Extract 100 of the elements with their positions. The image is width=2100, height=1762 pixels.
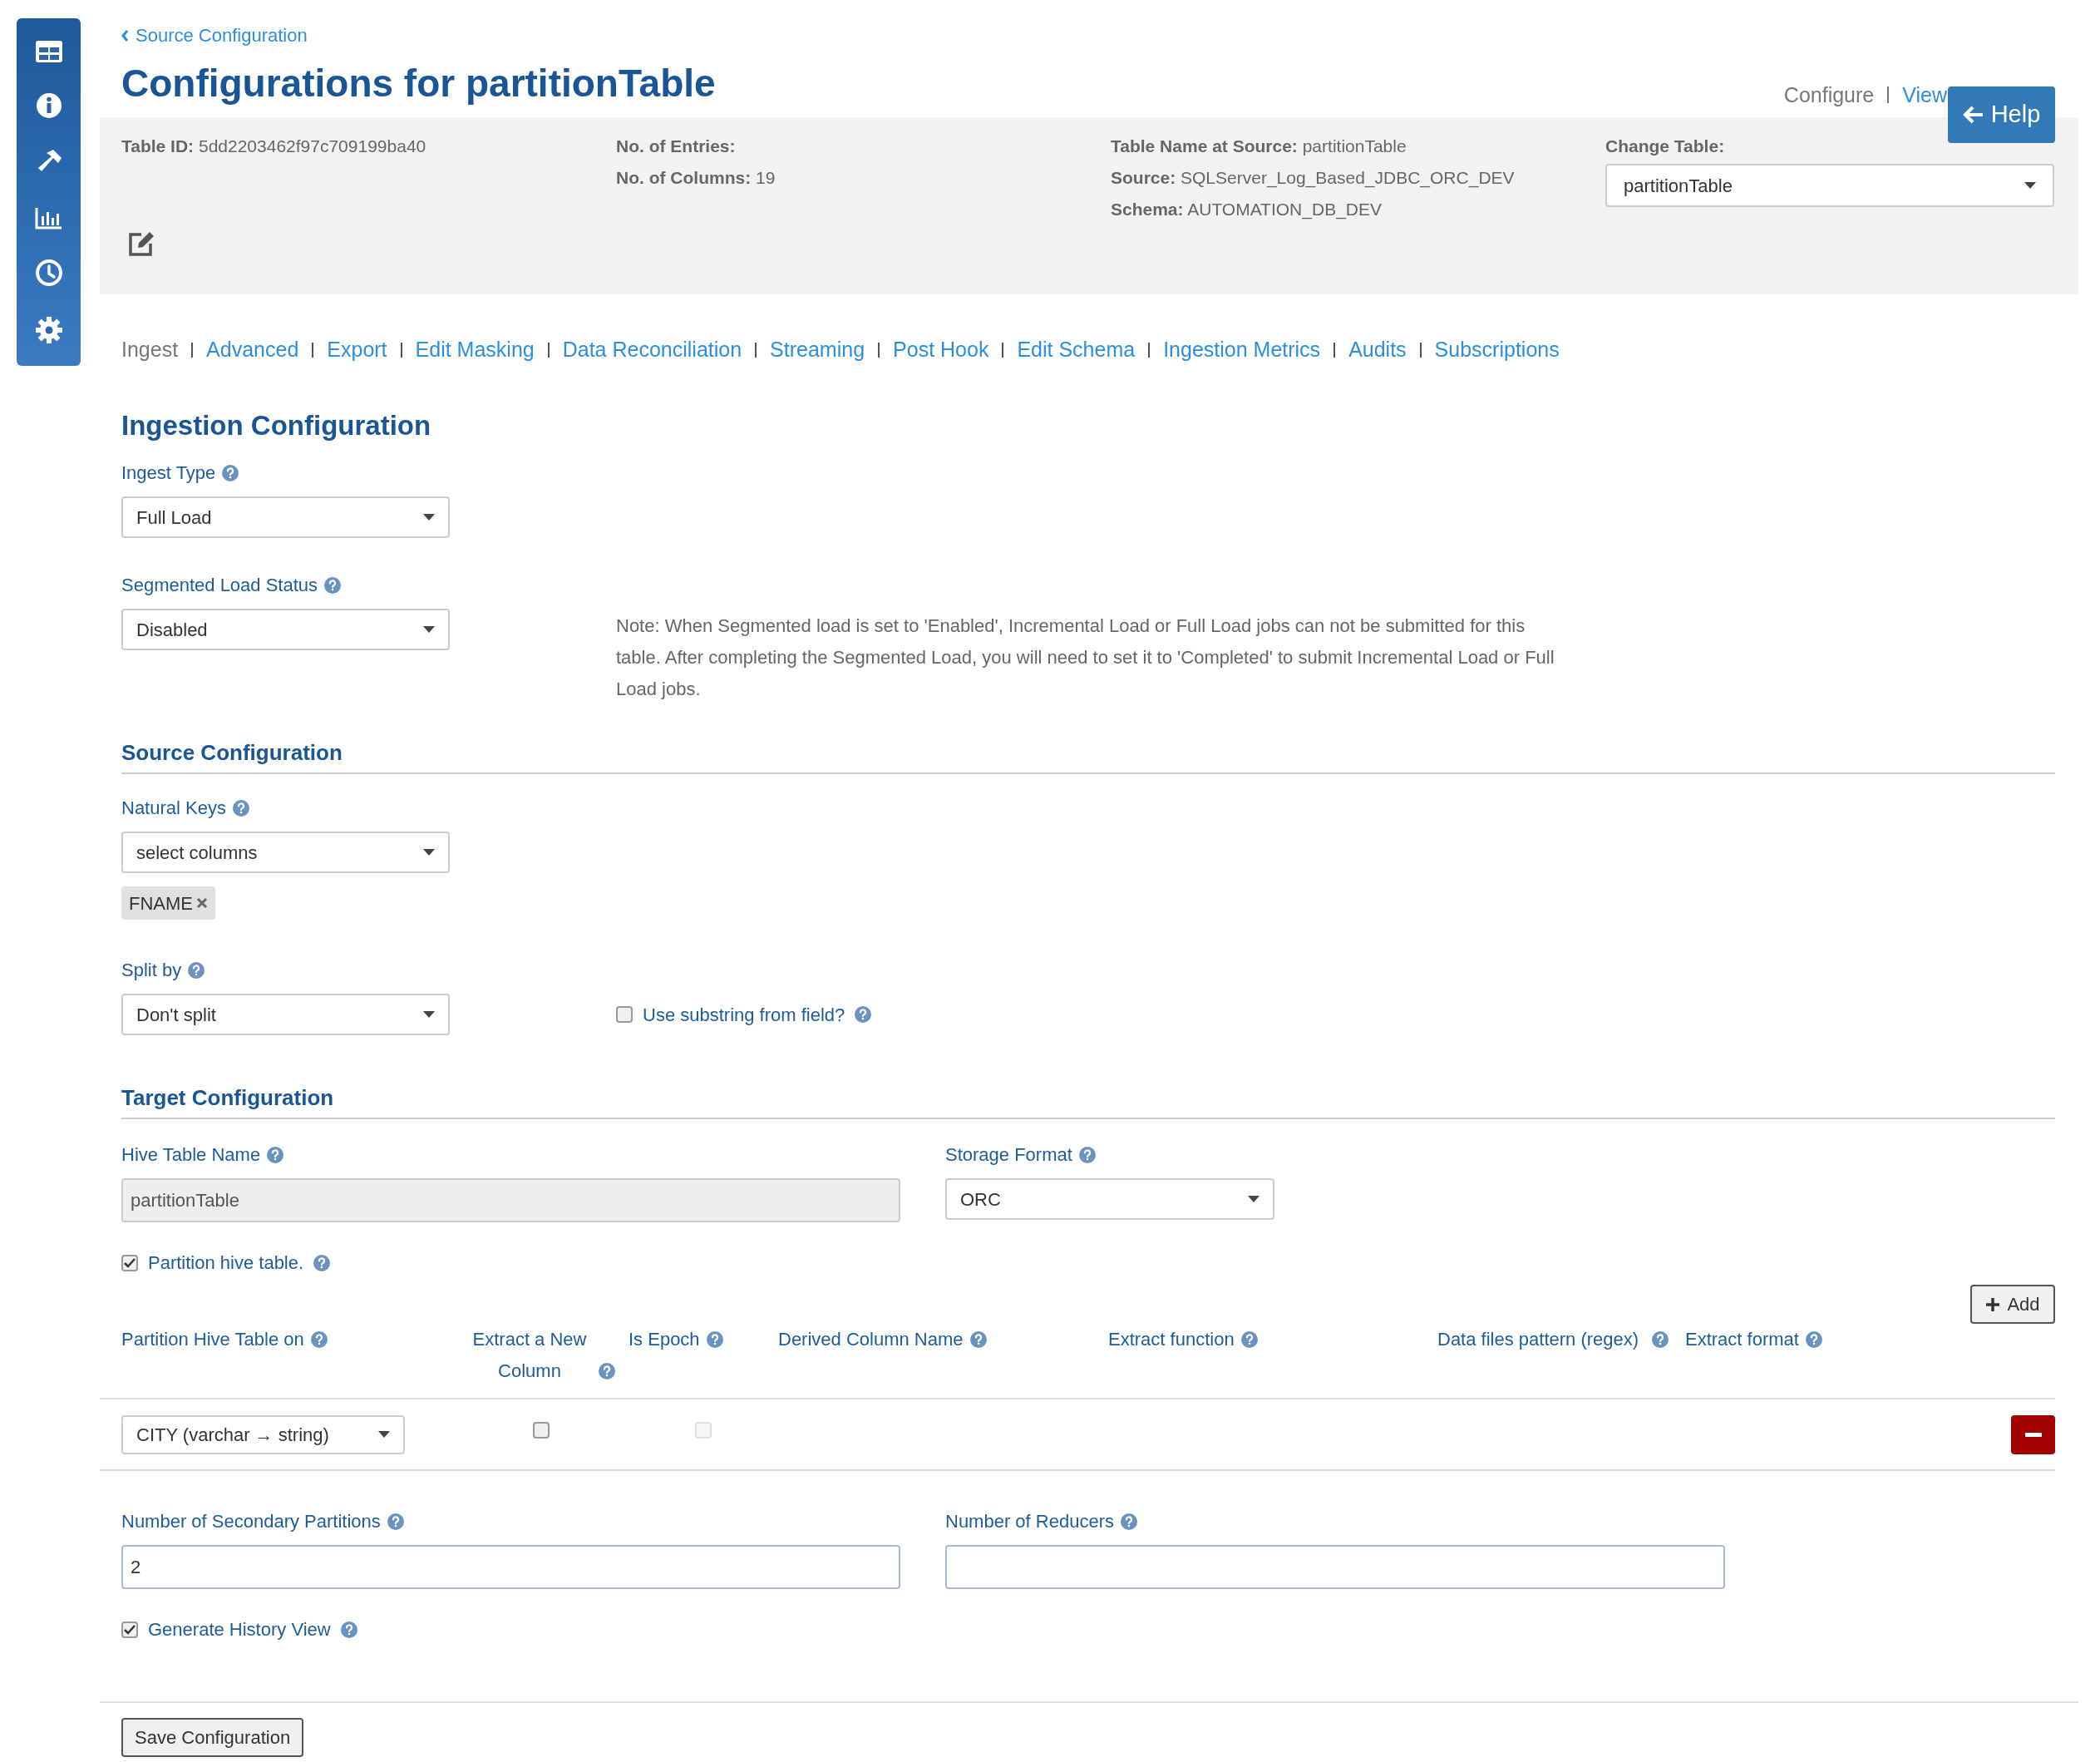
- view-toggle-link[interactable]: View: [1902, 79, 1947, 111]
- field-label: Natural Keys: [121, 797, 226, 820]
- add-button[interactable]: Add: [1970, 1285, 2055, 1324]
- section-heading: Ingestion Configuration: [121, 408, 432, 442]
- reducers-input[interactable]: [945, 1545, 1725, 1590]
- field-label: Number of Secondary Partitions: [121, 1510, 381, 1534]
- field-label: Segmented Load Status: [121, 574, 318, 597]
- natural-keys-select[interactable]: select columns: [121, 832, 450, 873]
- nav-tab[interactable]: Post Hook: [893, 334, 989, 366]
- clock-icon[interactable]: [34, 258, 63, 287]
- field-label: Split by: [121, 959, 182, 982]
- help-icon[interactable]: [340, 1621, 357, 1638]
- column-header: Partition Hive Table on: [121, 1329, 304, 1350]
- field-label: Storage Format: [945, 1143, 1072, 1167]
- section-heading: Source Configuration: [121, 737, 2055, 774]
- caret-icon: [1248, 1196, 1260, 1202]
- checkbox-label: Partition hive table.: [148, 1251, 304, 1275]
- nav-tab[interactable]: Ingest: [121, 334, 179, 366]
- segmented-load-select[interactable]: Disabled: [121, 609, 450, 650]
- help-icon[interactable]: [706, 1331, 723, 1349]
- nav-tab[interactable]: Advanced: [206, 334, 299, 366]
- info-text: No. of Entries:: [616, 136, 737, 157]
- nav-tab[interactable]: Audits: [1348, 334, 1407, 366]
- checkbox[interactable]: [616, 1006, 633, 1023]
- checkbox[interactable]: [121, 1254, 138, 1271]
- help-icon[interactable]: [387, 1513, 404, 1530]
- arrow-left-icon: [1962, 106, 1984, 124]
- field-label: Number of Reducers: [945, 1510, 1114, 1534]
- section-heading: Target Configuration: [121, 1082, 2055, 1119]
- column-header: Derived Column Name: [778, 1329, 964, 1350]
- nav-tab[interactable]: Edit Schema: [1017, 334, 1136, 366]
- info-text: Table ID: 5dd2203462f97c709199ba40: [121, 136, 427, 157]
- settings-icon[interactable]: [34, 316, 63, 345]
- column-header: Extract format: [1685, 1329, 1799, 1350]
- remove-row-button[interactable]: [2011, 1414, 2055, 1454]
- help-icon[interactable]: [232, 799, 249, 817]
- column-tag: FNAME: [121, 886, 215, 920]
- checkbox-label: Generate History View: [148, 1618, 331, 1642]
- caret-icon: [423, 849, 435, 856]
- hive-table-name-field[interactable]: partitionTable: [121, 1178, 900, 1222]
- column-header: Extract a New Column: [471, 1328, 588, 1383]
- help-icon[interactable]: [1078, 1146, 1096, 1163]
- help-icon[interactable]: [855, 1006, 872, 1023]
- help-button[interactable]: Help: [1948, 86, 2055, 143]
- help-icon[interactable]: [267, 1146, 284, 1163]
- checkbox-label: Use substring from field?: [643, 1003, 845, 1027]
- info-text: Table Name at Source: partitionTable: [1111, 136, 1407, 157]
- help-icon[interactable]: [1652, 1331, 1669, 1349]
- split-by-select[interactable]: Don't split: [121, 994, 450, 1035]
- help-icon[interactable]: [310, 1331, 328, 1349]
- info-text: Source: SQLServer_Log_Based_JDBC_ORC_DEV: [1111, 167, 1516, 189]
- info-icon[interactable]: [35, 92, 62, 119]
- info-text: No. of Columns: 19: [616, 167, 776, 189]
- nav-tab[interactable]: Export: [327, 334, 387, 366]
- note-text: Note: When Segmented load is set to 'Enabled', Incremental Load or Full Load jobs can not be submitted for this table. After completing the Segmented Load, you will need to set it to 'Completed' to submit Incremental Load or Full Load jobs.: [616, 614, 1555, 701]
- caret-icon: [2024, 182, 2036, 189]
- help-icon[interactable]: [1805, 1331, 1822, 1349]
- plus-icon: [1985, 1296, 2001, 1312]
- nav-tab[interactable]: Ingestion Metrics: [1163, 334, 1321, 366]
- minus-icon: [2024, 1432, 2042, 1437]
- help-icon[interactable]: [1240, 1331, 1258, 1349]
- checkmark-icon: [124, 1257, 136, 1268]
- back-link[interactable]: Source Configuration: [121, 22, 308, 49]
- column-header: Data files pattern (regex): [1437, 1328, 1640, 1351]
- column-header: Is Epoch: [629, 1329, 700, 1350]
- caret-icon: [423, 514, 435, 521]
- save-button[interactable]: Save Configuration: [121, 1718, 304, 1758]
- field-label: Change Table:: [1605, 136, 1726, 157]
- field-label: Ingest Type: [121, 461, 216, 485]
- checkmark-icon: [124, 1624, 136, 1635]
- help-icon[interactable]: [599, 1363, 615, 1380]
- view-toggle-link[interactable]: Configure: [1783, 79, 1875, 111]
- remove-icon[interactable]: [196, 897, 208, 909]
- storage-format-select[interactable]: ORC: [945, 1178, 1274, 1220]
- nav-tab[interactable]: Data Reconciliation: [562, 334, 742, 366]
- help-icon[interactable]: [1121, 1513, 1137, 1530]
- caret-icon: [423, 1011, 435, 1018]
- help-icon[interactable]: [222, 464, 239, 481]
- checkbox[interactable]: [121, 1621, 138, 1638]
- bar-chart-icon[interactable]: [34, 205, 63, 230]
- help-icon[interactable]: [324, 576, 342, 594]
- checkbox[interactable]: [533, 1422, 550, 1439]
- nav-tab[interactable]: Subscriptions: [1434, 334, 1560, 366]
- help-icon[interactable]: [313, 1254, 331, 1271]
- field-label: Hive Table Name: [121, 1143, 261, 1167]
- secondary-partitions-input[interactable]: 2: [121, 1545, 900, 1590]
- caret-icon: [378, 1431, 390, 1439]
- help-icon[interactable]: [969, 1331, 987, 1349]
- nav-tab[interactable]: Edit Masking: [415, 334, 535, 366]
- table-icon[interactable]: [34, 39, 63, 63]
- info-text: Schema: AUTOMATION_DB_DEV: [1111, 199, 1383, 220]
- chevron-left-icon: [121, 29, 129, 42]
- ingest-type-select[interactable]: Full Load: [121, 496, 450, 538]
- change-table-select[interactable]: partitionTable: [1605, 164, 2054, 207]
- caret-icon: [423, 626, 435, 633]
- help-icon[interactable]: [188, 961, 205, 979]
- nav-tab[interactable]: Streaming: [770, 334, 865, 366]
- partition-column-select[interactable]: CITY (varchar → string): [121, 1414, 405, 1454]
- edit-icon[interactable]: [128, 231, 155, 256]
- column-header: Extract function: [1108, 1329, 1235, 1350]
